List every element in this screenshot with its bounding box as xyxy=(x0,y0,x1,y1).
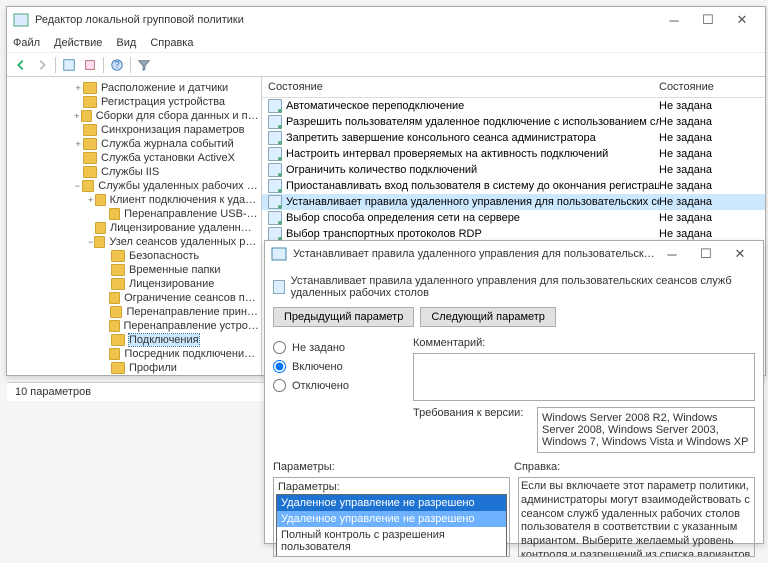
dlg-maximize-button[interactable]: ☐ xyxy=(689,243,723,265)
menu-help[interactable]: Справка xyxy=(150,37,193,49)
tree-node[interactable]: Подключения xyxy=(9,333,259,347)
help-panel: Если вы включаете этот параметр политики… xyxy=(518,477,755,557)
tree-node[interactable]: Перенаправление устройств и ре... xyxy=(9,319,259,333)
help-button[interactable]: ? xyxy=(107,56,127,74)
minimize-button[interactable]: ─ xyxy=(657,9,691,31)
list-row[interactable]: Запретить завершение консольного сеанса … xyxy=(262,130,765,146)
list-row[interactable]: Устанавливает правила удаленного управле… xyxy=(262,194,765,210)
tree-node[interactable]: +Расположение и датчики xyxy=(9,81,259,95)
tree-node[interactable]: Временные папки xyxy=(9,263,259,277)
policy-dialog: Устанавливает правила удаленного управле… xyxy=(264,240,764,544)
params-panel: Параметры: Удаленное управление не разре… xyxy=(273,477,510,557)
list-row[interactable]: Настроить интервал проверяемых на активн… xyxy=(262,146,765,162)
setting-icon xyxy=(268,227,282,241)
app-icon xyxy=(13,12,29,28)
setting-icon xyxy=(268,147,282,161)
help-label: Справка: xyxy=(514,461,755,473)
radio-enabled[interactable]: Включено xyxy=(273,360,403,373)
requirements-box: Windows Server 2008 R2, Windows Server 2… xyxy=(537,407,755,453)
window-title: Редактор локальной групповой политики xyxy=(35,14,244,26)
tree-node[interactable]: −Узел сеансов удаленных рабочих сто... xyxy=(9,235,259,249)
tree-node[interactable]: Синхронизация параметров xyxy=(9,123,259,137)
forward-button[interactable] xyxy=(32,56,52,74)
select-option[interactable]: Полный контроль без разрешения пользоват… xyxy=(277,555,506,557)
setting-icon xyxy=(268,131,282,145)
comment-textarea[interactable] xyxy=(413,353,755,401)
policy-setting-icon xyxy=(273,280,285,294)
tree-node[interactable]: Перенаправление USB-устройств xyxy=(9,207,259,221)
requirements-label: Требования к версии: xyxy=(413,407,531,453)
list-row[interactable]: Ограничить количество подключенийНе зада… xyxy=(262,162,765,178)
setting-icon xyxy=(268,99,282,113)
tree-node[interactable]: Регистрация устройства xyxy=(9,95,259,109)
tree-node[interactable]: Службы IIS xyxy=(9,165,259,179)
menubar: Файл Действие Вид Справка xyxy=(7,33,765,53)
tree-node[interactable]: Профили xyxy=(9,361,259,375)
setting-icon xyxy=(268,179,282,193)
menu-action[interactable]: Действие xyxy=(54,37,102,49)
setting-icon xyxy=(268,115,282,129)
comment-label: Комментарий: xyxy=(413,337,485,349)
titlebar[interactable]: Редактор локальной групповой политики ─ … xyxy=(7,7,765,33)
dlg-minimize-button[interactable]: ─ xyxy=(655,243,689,265)
list-row[interactable]: Разрешить пользователям удаленное подклю… xyxy=(262,114,765,130)
select-option[interactable]: Удаленное управление не разрешено xyxy=(277,511,506,527)
list-row[interactable]: Автоматическое переподключениеНе задана xyxy=(262,98,765,114)
params-select[interactable]: Удаленное управление не разрешено Удален… xyxy=(276,494,507,557)
tree-node[interactable]: Безопасность xyxy=(9,249,259,263)
dialog-titlebar[interactable]: Устанавливает правила удаленного управле… xyxy=(265,241,763,267)
properties-button[interactable] xyxy=(59,56,79,74)
tree-node[interactable]: Ограничение сеансов по времени xyxy=(9,291,259,305)
policy-name: Устанавливает правила удаленного управле… xyxy=(291,275,755,299)
export-button[interactable] xyxy=(80,56,100,74)
tree-node[interactable]: Посредник подключений к удал... xyxy=(9,347,259,361)
tree-node[interactable]: +Клиент подключения к удаленному р... xyxy=(9,193,259,207)
col-state-1[interactable]: Состояние xyxy=(268,81,659,93)
list-row[interactable]: Выбор способа определения сети на сервер… xyxy=(262,210,765,226)
maximize-button[interactable]: ☐ xyxy=(691,9,725,31)
menu-file[interactable]: Файл xyxy=(13,37,40,49)
prev-setting-button[interactable]: Предыдущий параметр xyxy=(273,307,414,327)
select-selected[interactable]: Удаленное управление не разрешено xyxy=(277,495,506,511)
tree-node[interactable]: Лицензирование xyxy=(9,277,259,291)
params-label: Параметры: xyxy=(273,461,514,473)
tree-node[interactable]: −Службы удаленных рабочих столов xyxy=(9,179,259,193)
dlg-close-button[interactable]: ✕ xyxy=(723,243,757,265)
tree-node[interactable]: Служба установки ActiveX xyxy=(9,151,259,165)
tree-node[interactable]: +Служба журнала событий xyxy=(9,137,259,151)
list-header: Состояние Состояние xyxy=(262,77,765,98)
back-button[interactable] xyxy=(11,56,31,74)
menu-view[interactable]: Вид xyxy=(116,37,136,49)
setting-icon xyxy=(268,195,282,209)
radio-disabled[interactable]: Отключено xyxy=(273,379,403,392)
filter-button[interactable] xyxy=(134,56,154,74)
setting-icon xyxy=(268,211,282,225)
toolbar: ? xyxy=(7,53,765,77)
setting-icon xyxy=(268,163,282,177)
radio-not-configured[interactable]: Не задано xyxy=(273,341,403,354)
col-state-2[interactable]: Состояние xyxy=(659,81,759,93)
tree-node[interactable]: Лицензирование удаленных рабочи... xyxy=(9,221,259,235)
close-button[interactable]: ✕ xyxy=(725,9,759,31)
list-row[interactable]: Приостанавливать вход пользователя в сис… xyxy=(262,178,765,194)
tree-node[interactable]: Перенаправление принтеров xyxy=(9,305,259,319)
tree-node[interactable]: +Сборки для сбора данных и предварите... xyxy=(9,109,259,123)
svg-text:?: ? xyxy=(114,59,119,70)
policy-icon xyxy=(271,246,287,262)
select-label: Параметры: xyxy=(276,480,507,494)
next-setting-button[interactable]: Следующий параметр xyxy=(420,307,556,327)
dialog-title: Устанавливает правила удаленного управле… xyxy=(293,248,655,260)
select-option[interactable]: Полный контроль с разрешения пользовател… xyxy=(277,527,506,555)
tree-pane[interactable]: +Расположение и датчики Регистрация устр… xyxy=(7,77,262,375)
